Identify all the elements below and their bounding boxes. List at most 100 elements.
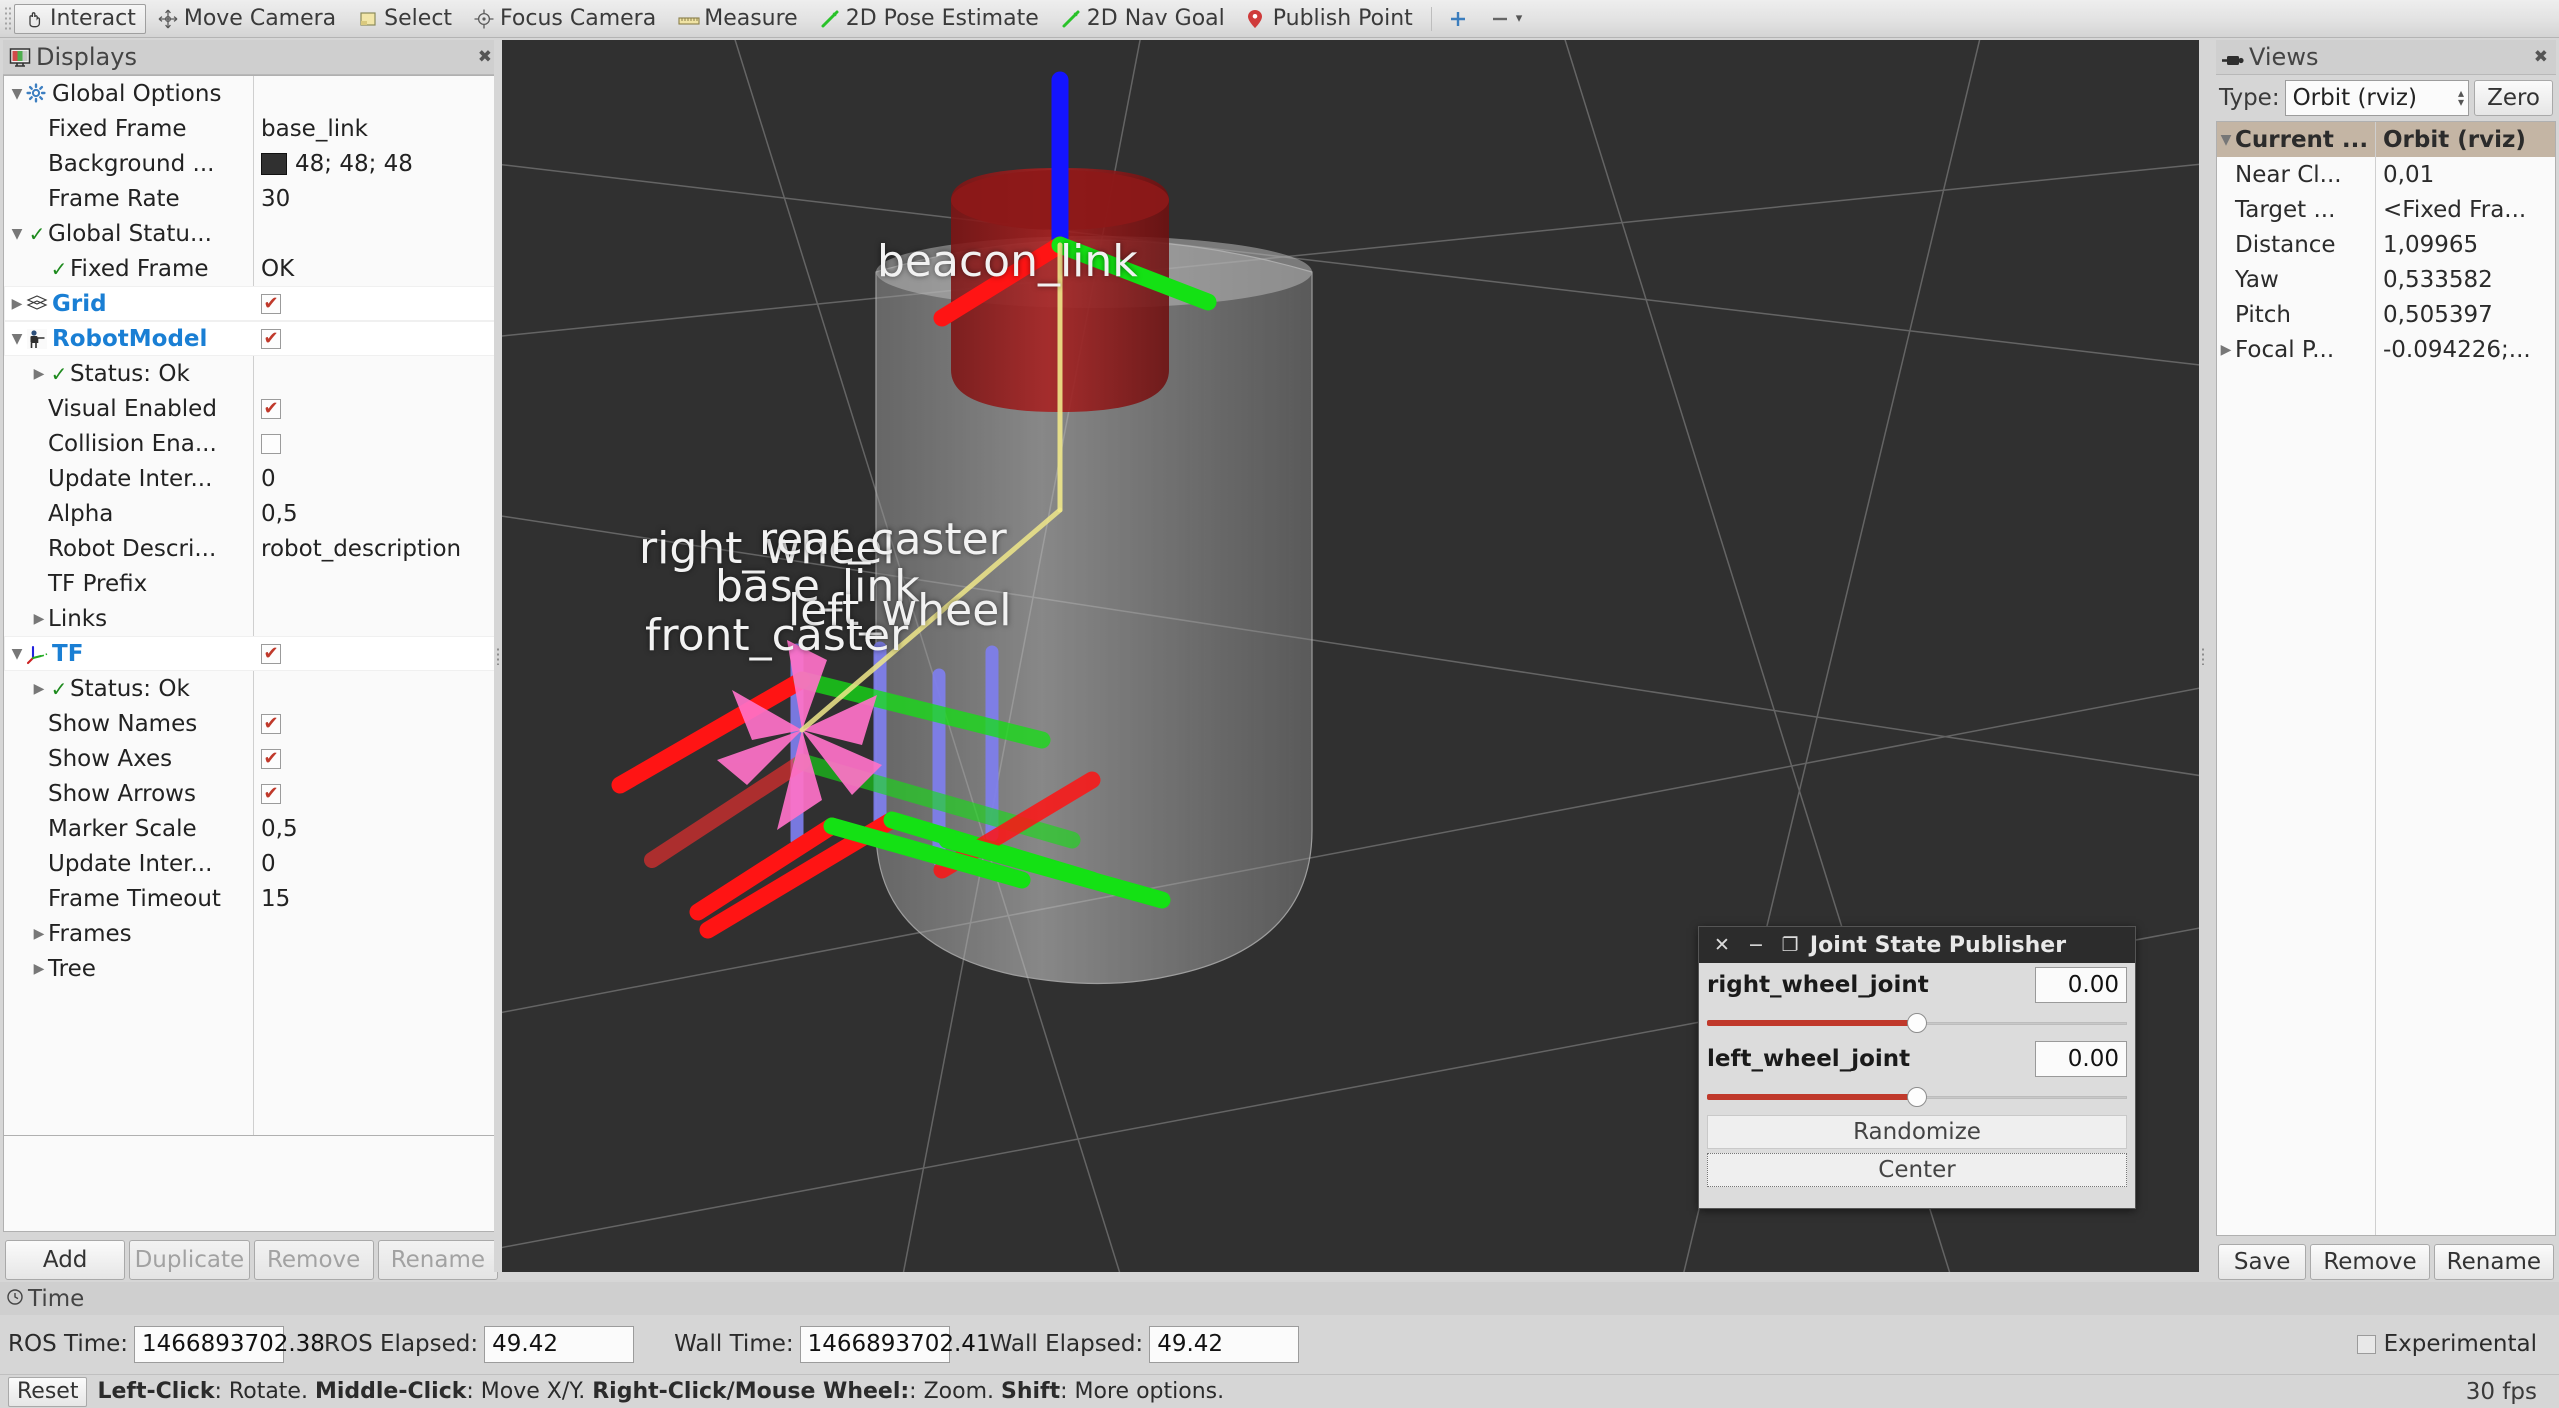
display-row-tf-prefix[interactable]: ▸TF Prefix xyxy=(4,566,499,601)
display-row-visual-enabled[interactable]: ▸Visual Enabled✔ xyxy=(4,391,499,426)
view-row-value[interactable]: 0,533582 xyxy=(2375,267,2555,293)
toolbar-measure-button[interactable]: Measure xyxy=(668,4,808,34)
center-button[interactable]: Center xyxy=(1707,1153,2127,1187)
toolbar-move-camera-button[interactable]: Move Camera xyxy=(148,4,346,34)
joint-slider[interactable] xyxy=(1707,1083,2127,1111)
display-row-tf[interactable]: ▼TF✔ xyxy=(4,636,499,671)
display-row-status-ok[interactable]: ▶✓Status: Ok xyxy=(4,356,499,391)
joint-slider[interactable] xyxy=(1707,1009,2127,1037)
display-row-value[interactable]: 30 xyxy=(253,186,499,212)
right-splitter[interactable] xyxy=(2199,40,2207,1272)
expand-arrow-closed-icon[interactable]: ▶ xyxy=(2217,342,2235,358)
maximize-icon[interactable]: ❐ xyxy=(1773,934,1807,956)
left-splitter[interactable] xyxy=(494,40,502,1272)
view-row-value[interactable]: <Fixed Fra... xyxy=(2375,197,2555,223)
checkbox[interactable]: ✔ xyxy=(261,399,281,419)
display-row-value[interactable]: 0 xyxy=(253,851,499,877)
randomize-button[interactable]: Randomize xyxy=(1707,1115,2127,1149)
display-row-value[interactable]: ✔ xyxy=(253,784,499,804)
display-row-tree[interactable]: ▶Tree xyxy=(4,951,499,986)
display-row-update-inter[interactable]: ▸Update Inter...0 xyxy=(4,461,499,496)
reset-button[interactable]: Reset xyxy=(8,1377,87,1407)
display-row-value[interactable]: ✔ xyxy=(253,644,499,664)
display-row-show-names[interactable]: ▸Show Names✔ xyxy=(4,706,499,741)
time-field-value[interactable]: 49.42 xyxy=(1149,1326,1299,1363)
checkbox[interactable] xyxy=(261,434,281,454)
expand-arrow-closed-icon[interactable]: ▶ xyxy=(30,611,48,627)
view-row-value[interactable]: 1,09965 xyxy=(2375,232,2555,258)
display-row-robotmodel[interactable]: ▼RobotModel✔ xyxy=(4,321,499,356)
checkbox[interactable]: ✔ xyxy=(261,784,281,804)
toolbar-2d-pose-estimate-button[interactable]: 2D Pose Estimate xyxy=(810,4,1049,34)
toolbar-select-button[interactable]: Select xyxy=(348,4,462,34)
display-row-background[interactable]: ▸Background ...48; 48; 48 xyxy=(4,146,499,181)
expand-arrow-closed-icon[interactable]: ▶ xyxy=(30,681,48,697)
expand-arrow-closed-icon[interactable]: ▶ xyxy=(30,926,48,942)
remove-view-button[interactable]: Remove xyxy=(2310,1244,2429,1280)
zero-button[interactable]: Zero xyxy=(2474,80,2553,116)
minimize-icon[interactable]: − xyxy=(1739,934,1773,956)
display-row-value[interactable]: 48; 48; 48 xyxy=(253,151,499,177)
display-row-value[interactable]: 0,5 xyxy=(253,816,499,842)
toolbar-grip[interactable] xyxy=(4,6,12,32)
display-row-frame-timeout[interactable]: ▸Frame Timeout15 xyxy=(4,881,499,916)
display-row-alpha[interactable]: ▸Alpha0,5 xyxy=(4,496,499,531)
checkbox[interactable]: ✔ xyxy=(261,749,281,769)
display-row-global-statu[interactable]: ▼✓Global Statu... xyxy=(4,216,499,251)
expand-arrow-open-icon[interactable]: ▼ xyxy=(8,226,26,242)
experimental-checkbox[interactable] xyxy=(2357,1335,2376,1354)
display-row-value[interactable]: ✔ xyxy=(253,399,499,419)
save-view-button[interactable]: Save xyxy=(2218,1244,2306,1280)
time-field-value[interactable]: 1466893702.41 xyxy=(800,1326,950,1363)
display-row-value[interactable]: ✔ xyxy=(253,749,499,769)
toolbar-publish-point-button[interactable]: Publish Point xyxy=(1237,4,1423,34)
expand-arrow-open-icon[interactable]: ▼ xyxy=(8,331,26,347)
jsp-titlebar[interactable]: ✕ − ❐ Joint State Publisher xyxy=(1699,927,2135,963)
add-tool-button[interactable] xyxy=(1438,4,1478,34)
display-row-value[interactable]: base_link xyxy=(253,116,499,142)
expand-arrow-closed-icon[interactable]: ▶ xyxy=(8,296,26,312)
expand-arrow-open-icon[interactable]: ▼ xyxy=(8,86,26,102)
display-row-fixed-frame[interactable]: ▸Fixed Framebase_link xyxy=(4,111,499,146)
joint-value-field[interactable]: 0.00 xyxy=(2035,1041,2127,1077)
display-row-status-ok[interactable]: ▶✓Status: Ok xyxy=(4,671,499,706)
display-row-value[interactable] xyxy=(253,434,499,454)
display-row-collision-ena[interactable]: ▸Collision Ena... xyxy=(4,426,499,461)
view-row-yaw[interactable]: ▸Yaw0,533582 xyxy=(2217,262,2555,297)
view-row-current[interactable]: ▼Current ...Orbit (rviz) xyxy=(2217,122,2555,157)
display-row-show-arrows[interactable]: ▸Show Arrows✔ xyxy=(4,776,499,811)
expand-arrow-open-icon[interactable]: ▼ xyxy=(2217,132,2235,148)
expand-arrow-closed-icon[interactable]: ▶ xyxy=(30,961,48,977)
display-row-global-options[interactable]: ▼Global Options xyxy=(4,76,499,111)
color-swatch[interactable] xyxy=(261,153,287,175)
expand-arrow-closed-icon[interactable]: ▶ xyxy=(30,366,48,382)
checkbox[interactable]: ✔ xyxy=(261,714,281,734)
display-row-value[interactable]: ✔ xyxy=(253,294,499,314)
display-row-frames[interactable]: ▶Frames xyxy=(4,916,499,951)
rename-view-button[interactable]: Rename xyxy=(2434,1244,2554,1280)
display-row-grid[interactable]: ▶Grid✔ xyxy=(4,286,499,321)
view-row-value[interactable]: Orbit (rviz) xyxy=(2375,127,2555,153)
views-tree[interactable]: ▼Current ...Orbit (rviz)▸Near Cl...0,01▸… xyxy=(2216,121,2556,1236)
view-row-value[interactable]: 0,01 xyxy=(2375,162,2555,188)
close-icon[interactable]: ✖ xyxy=(478,47,492,67)
display-row-robot-descri[interactable]: ▸Robot Descri...robot_description xyxy=(4,531,499,566)
display-row-value[interactable]: OK xyxy=(253,256,499,282)
toolbar-focus-camera-button[interactable]: Focus Camera xyxy=(464,4,666,34)
display-row-marker-scale[interactable]: ▸Marker Scale0,5 xyxy=(4,811,499,846)
checkbox[interactable]: ✔ xyxy=(261,294,281,314)
displays-tree[interactable]: ▼Global Options▸Fixed Framebase_link▸Bac… xyxy=(3,75,500,1136)
toolbar-2d-nav-goal-button[interactable]: 2D Nav Goal xyxy=(1051,4,1235,34)
spinner-icon[interactable]: ▴▾ xyxy=(2458,89,2464,107)
view-type-select[interactable]: Orbit (rviz) ▴▾ xyxy=(2285,80,2469,116)
joint-value-field[interactable]: 0.00 xyxy=(2035,967,2127,1003)
view-row-focal-p[interactable]: ▶Focal P...-0.094226;... xyxy=(2217,332,2555,367)
close-icon[interactable]: ✖ xyxy=(2534,47,2548,67)
display-row-value[interactable]: 0,5 xyxy=(253,501,499,527)
remove-tool-button[interactable]: ▾ xyxy=(1480,4,1533,34)
slider-handle[interactable] xyxy=(1907,1013,1927,1033)
expand-arrow-open-icon[interactable]: ▼ xyxy=(8,646,26,662)
display-row-frame-rate[interactable]: ▸Frame Rate30 xyxy=(4,181,499,216)
display-row-value[interactable]: ✔ xyxy=(253,714,499,734)
joint-state-publisher-window[interactable]: ✕ − ❐ Joint State Publisher right_wheel_… xyxy=(1698,926,2136,1209)
